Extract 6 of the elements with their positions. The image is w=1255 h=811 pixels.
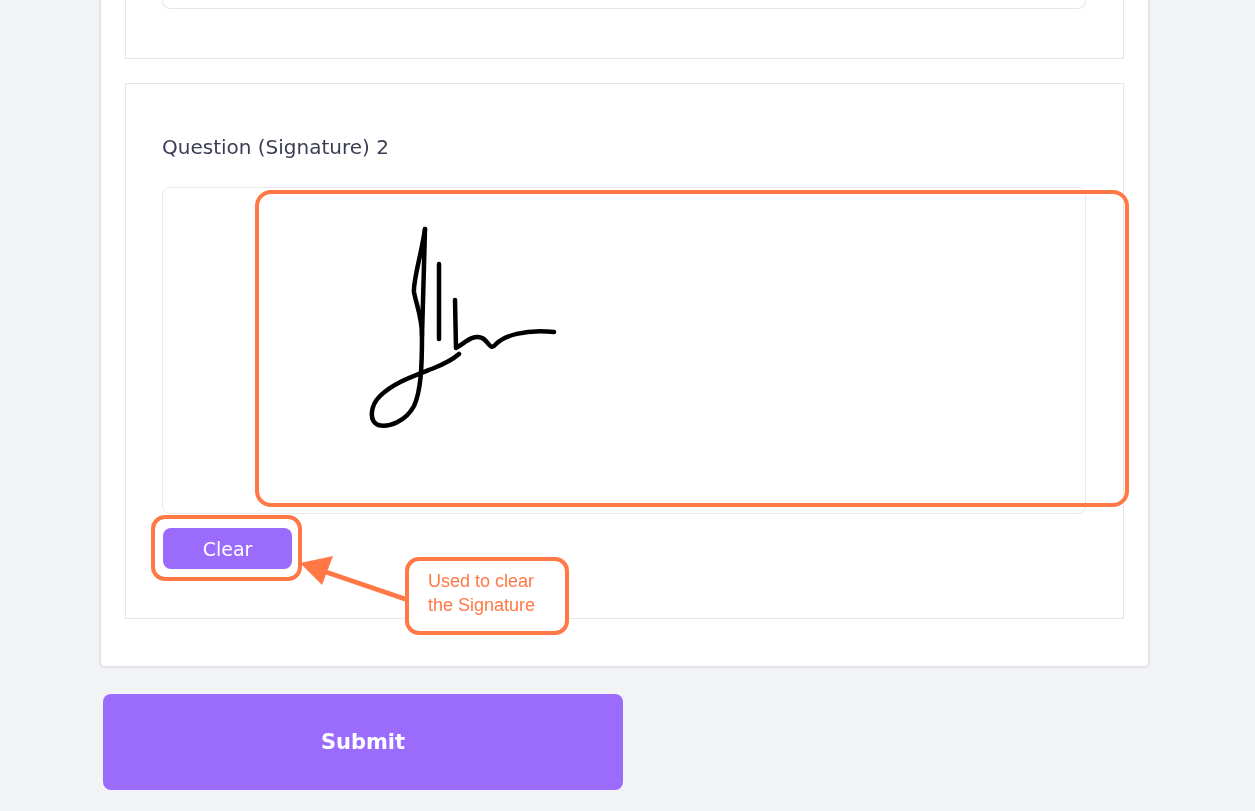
clear-button[interactable]: Clear bbox=[163, 528, 292, 569]
answer-field[interactable] bbox=[162, 0, 1086, 9]
submit-button[interactable]: Submit bbox=[103, 694, 623, 790]
callout-note: Used to clear the Signature bbox=[405, 557, 569, 635]
question-label: Question (Signature) 2 bbox=[162, 135, 390, 159]
signature-pad[interactable] bbox=[162, 187, 1086, 514]
